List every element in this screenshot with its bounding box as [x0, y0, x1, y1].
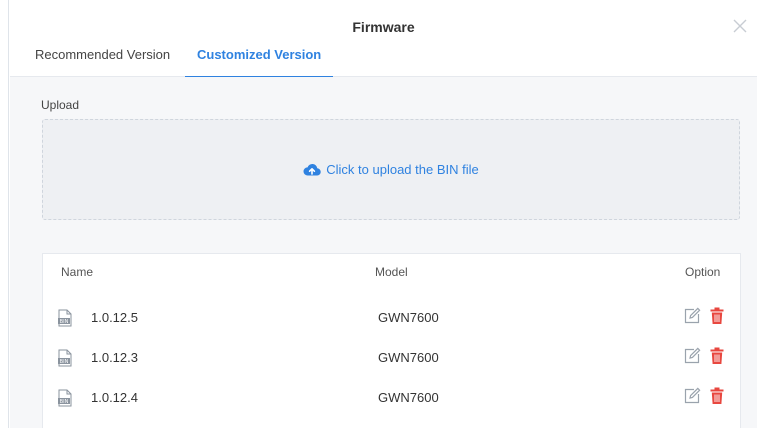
firmware-model: GWN7600 [378, 350, 439, 365]
table-row: BIN 1.0.12.5 GWN7600 [43, 299, 740, 339]
table-row: BIN 1.0.12.3 GWN7600 [43, 339, 740, 379]
firmware-name: 1.0.12.5 [91, 310, 138, 325]
firmware-name: 1.0.12.4 [91, 390, 138, 405]
upload-label: Upload [41, 98, 80, 112]
delete-icon[interactable] [710, 307, 724, 325]
bin-file-icon: BIN [58, 389, 72, 407]
svg-text:BIN: BIN [60, 359, 69, 365]
tab-customized-version[interactable]: Customized Version [185, 47, 334, 78]
dialog-header: Firmware Recommended Version Customized … [10, 0, 757, 78]
bin-file-icon: BIN [58, 349, 72, 367]
tab-label: Customized Version [197, 47, 322, 62]
svg-text:BIN: BIN [60, 319, 69, 325]
column-header-name: Name [61, 265, 94, 279]
edit-icon[interactable] [683, 307, 701, 325]
close-icon[interactable] [731, 17, 749, 35]
bin-file-icon: BIN [58, 309, 72, 327]
firmware-model: GWN7600 [378, 310, 439, 325]
firmware-model: GWN7600 [378, 390, 439, 405]
column-header-option: Option [685, 265, 721, 279]
dialog-body: Upload Click to upload the BIN file Name… [10, 77, 757, 428]
dialog-title: Firmware [352, 19, 415, 35]
delete-icon[interactable] [710, 347, 724, 365]
upload-dropzone[interactable]: Click to upload the BIN file [42, 119, 740, 220]
upload-prompt-text: Click to upload the BIN file [326, 162, 479, 177]
edit-icon[interactable] [683, 387, 701, 405]
edit-icon[interactable] [683, 347, 701, 365]
table-row: BIN 1.0.12.4 GWN7600 [43, 379, 740, 419]
cloud-upload-icon [303, 163, 322, 176]
svg-text:BIN: BIN [60, 399, 69, 405]
column-header-model: Model [375, 265, 408, 279]
firmware-table: Name Model Option BIN 1.0.12.5 GWN7600 B… [42, 253, 741, 428]
firmware-name: 1.0.12.3 [91, 350, 138, 365]
delete-icon[interactable] [710, 387, 724, 405]
dialog-left-border [0, 0, 9, 428]
upload-prompt[interactable]: Click to upload the BIN file [43, 162, 739, 177]
tab-label: Recommended Version [35, 47, 171, 62]
tab-recommended-version[interactable]: Recommended Version [35, 47, 170, 77]
